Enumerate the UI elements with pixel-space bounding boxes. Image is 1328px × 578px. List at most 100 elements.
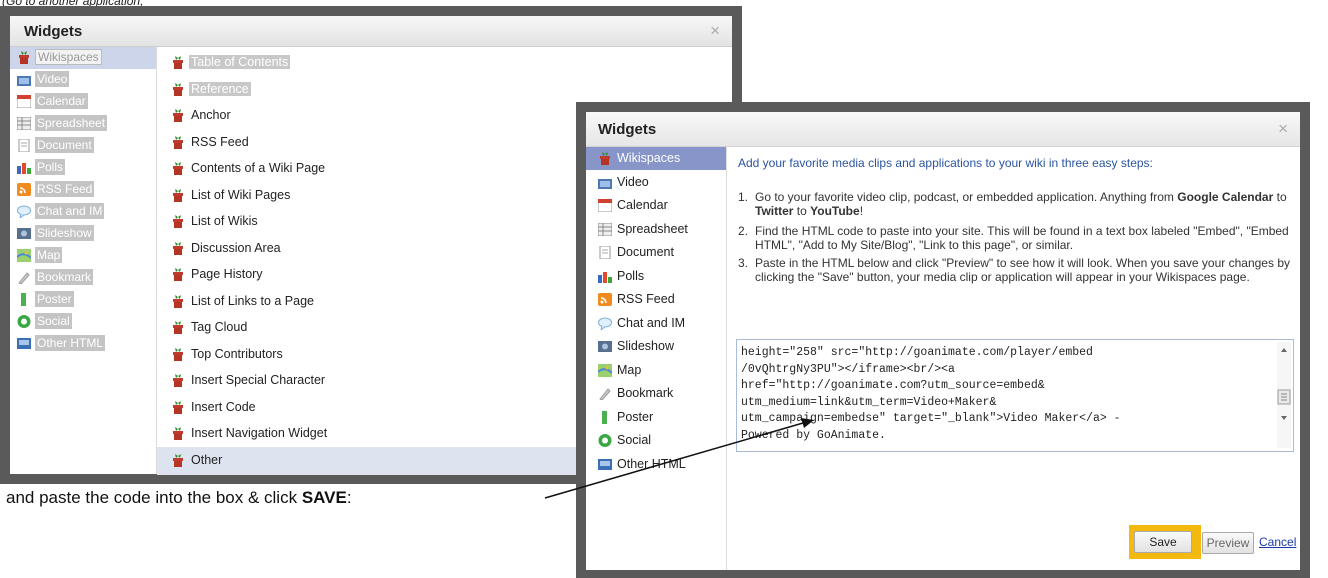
plant-icon (171, 453, 185, 473)
poster-icon (598, 410, 612, 424)
widget-item-label: Insert Code (191, 399, 256, 414)
spreadsheet-icon (597, 222, 613, 236)
sidebar-item-document[interactable]: Document (10, 135, 156, 157)
sidebar-item-wikispaces[interactable]: Wikispaces (10, 47, 156, 69)
plant-icon (171, 162, 185, 181)
sidebar-item-polls[interactable]: Polls (10, 157, 156, 179)
widget-item-reference[interactable]: Reference (157, 76, 732, 104)
widget-item-table-of-contents[interactable]: Table of Contents (157, 49, 732, 77)
widget-item-label: Page History (191, 267, 263, 281)
sidebar-item-map[interactable]: Map (586, 359, 726, 382)
sidebar-item-label: Slideshow (35, 225, 94, 241)
widget-item-label: Insert Special Character (191, 373, 326, 387)
sidebar-item-rss-feed[interactable]: RSS Feed (586, 288, 726, 311)
document-icon (17, 138, 31, 153)
sidebar-item-label: Chat and IM (35, 203, 105, 219)
caption-colon: : (346, 488, 352, 507)
code-line: utm_medium=link&utm_term=Video+Maker& (741, 395, 997, 409)
plant-icon (171, 374, 185, 393)
sidebar-item-chat-and-im[interactable]: Chat and IM (10, 201, 156, 223)
widget-item-label: Contents of a Wiki Page (191, 161, 326, 175)
sidebar-item-label: Bookmark (617, 386, 674, 400)
sidebar-item-calendar[interactable]: Calendar (10, 91, 156, 113)
sidebar-item-social[interactable]: Social (10, 311, 156, 333)
widget-item-label: List of Links to a Page (191, 293, 314, 308)
dialog-titlebar: Widgets × (586, 112, 1300, 147)
polls-icon (598, 270, 612, 283)
sidebar-item-calendar[interactable]: Calendar (586, 194, 726, 217)
social-icon (598, 434, 612, 447)
sidebar-item-bookmark[interactable]: Bookmark (586, 382, 726, 405)
spreadsheet-icon (16, 116, 32, 131)
sidebar-item-slideshow[interactable]: Slideshow (586, 335, 726, 358)
plant-icon (171, 427, 185, 446)
dialog-title: Widgets (598, 121, 657, 138)
calendar-icon (597, 198, 613, 213)
embed-code-textarea[interactable]: height="258" src="http://goanimate.com/p… (736, 339, 1294, 452)
close-icon[interactable]: × (1278, 119, 1288, 139)
sidebar-item-spreadsheet[interactable]: Spreadsheet (10, 113, 156, 135)
plant-icon (171, 400, 185, 420)
sidebar-item-label: Poster (617, 409, 654, 424)
sidebar-item-spreadsheet[interactable]: Spreadsheet (586, 218, 726, 241)
instructions-intro: Add your favorite media clips and applic… (738, 156, 1153, 170)
sidebar-item-poster[interactable]: Poster (586, 406, 726, 429)
sidebar-item-label: RSS Feed (617, 292, 675, 306)
sidebar-item-document[interactable]: Document (586, 241, 726, 264)
sidebar-item-polls[interactable]: Polls (586, 265, 726, 288)
sidebar-item-wikispaces[interactable]: Wikispaces (586, 147, 726, 170)
map-icon (16, 249, 32, 262)
sidebar-item-bookmark[interactable]: Bookmark (10, 267, 156, 289)
sidebar-item-other-html[interactable]: Other HTML (586, 453, 726, 476)
sidebar-item-label: Wikispaces (35, 49, 102, 65)
cancel-link[interactable]: Cancel (1259, 535, 1296, 549)
video-icon (598, 176, 612, 189)
code-line: Powered by GoAnimate. (741, 428, 886, 442)
sidebar-item-other-html[interactable]: Other HTML (10, 333, 156, 355)
rss-icon (17, 183, 31, 196)
sidebar-item-rss-feed[interactable]: RSS Feed (10, 179, 156, 201)
sidebar-item-label: Video (617, 174, 649, 189)
code-line: href="http://goanimate.com?utm_source=em… (741, 379, 1045, 392)
polls-icon (17, 161, 31, 174)
dialog-title: Widgets (24, 23, 83, 40)
sidebar-item-label: Video (35, 71, 70, 87)
video-icon (17, 73, 31, 86)
sidebar-item-label: Bookmark (35, 269, 94, 285)
save-highlight-box: Save (1129, 525, 1201, 559)
widget-item-label: Tag Cloud (191, 320, 248, 334)
sidebar-item-video[interactable]: Video (586, 171, 726, 194)
close-icon[interactable]: × (710, 21, 720, 41)
sidebar-item-poster[interactable]: Poster (10, 289, 156, 311)
widget-item-label: Discussion Area (191, 240, 281, 255)
chat-icon (598, 317, 612, 331)
sidebar-item-label: Calendar (35, 93, 88, 109)
sidebar-item-label: Document (617, 245, 674, 259)
plant-icon (171, 321, 185, 340)
plant-icon (171, 347, 185, 367)
plant-icon (171, 241, 185, 261)
sidebar-item-video[interactable]: Video (10, 69, 156, 91)
sidebar-item-label: Poster (35, 291, 74, 307)
sidebar-item-label: Other HTML (617, 456, 686, 471)
save-button[interactable]: Save (1134, 531, 1192, 553)
widget-item-label: Table of Contents (189, 55, 291, 69)
sidebar-item-label: Social (617, 433, 652, 447)
map-icon (597, 363, 613, 377)
plant-icon (17, 51, 31, 64)
sidebar-item-slideshow[interactable]: Slideshow (10, 223, 156, 245)
sidebar-item-social[interactable]: Social (586, 429, 726, 452)
sidebar-item-map[interactable]: Map (10, 245, 156, 267)
sidebar-item-label: Polls (35, 159, 66, 175)
document-icon (598, 245, 612, 260)
embed-code-text[interactable]: height="258" src="http://goanimate.com/p… (741, 345, 1261, 444)
preview-button[interactable]: Preview (1202, 532, 1254, 554)
plant-icon (171, 294, 185, 314)
plant-icon (171, 135, 185, 155)
sidebar-item-label: Spreadsheet (35, 115, 108, 131)
sidebar-item-chat-and-im[interactable]: Chat and IM (586, 312, 726, 335)
rss-icon (598, 293, 612, 306)
sidebar-item-label: Spreadsheet (617, 221, 688, 236)
sidebar-item-label: Chat and IM (617, 315, 686, 330)
textarea-scrollbar[interactable] (1277, 342, 1291, 448)
